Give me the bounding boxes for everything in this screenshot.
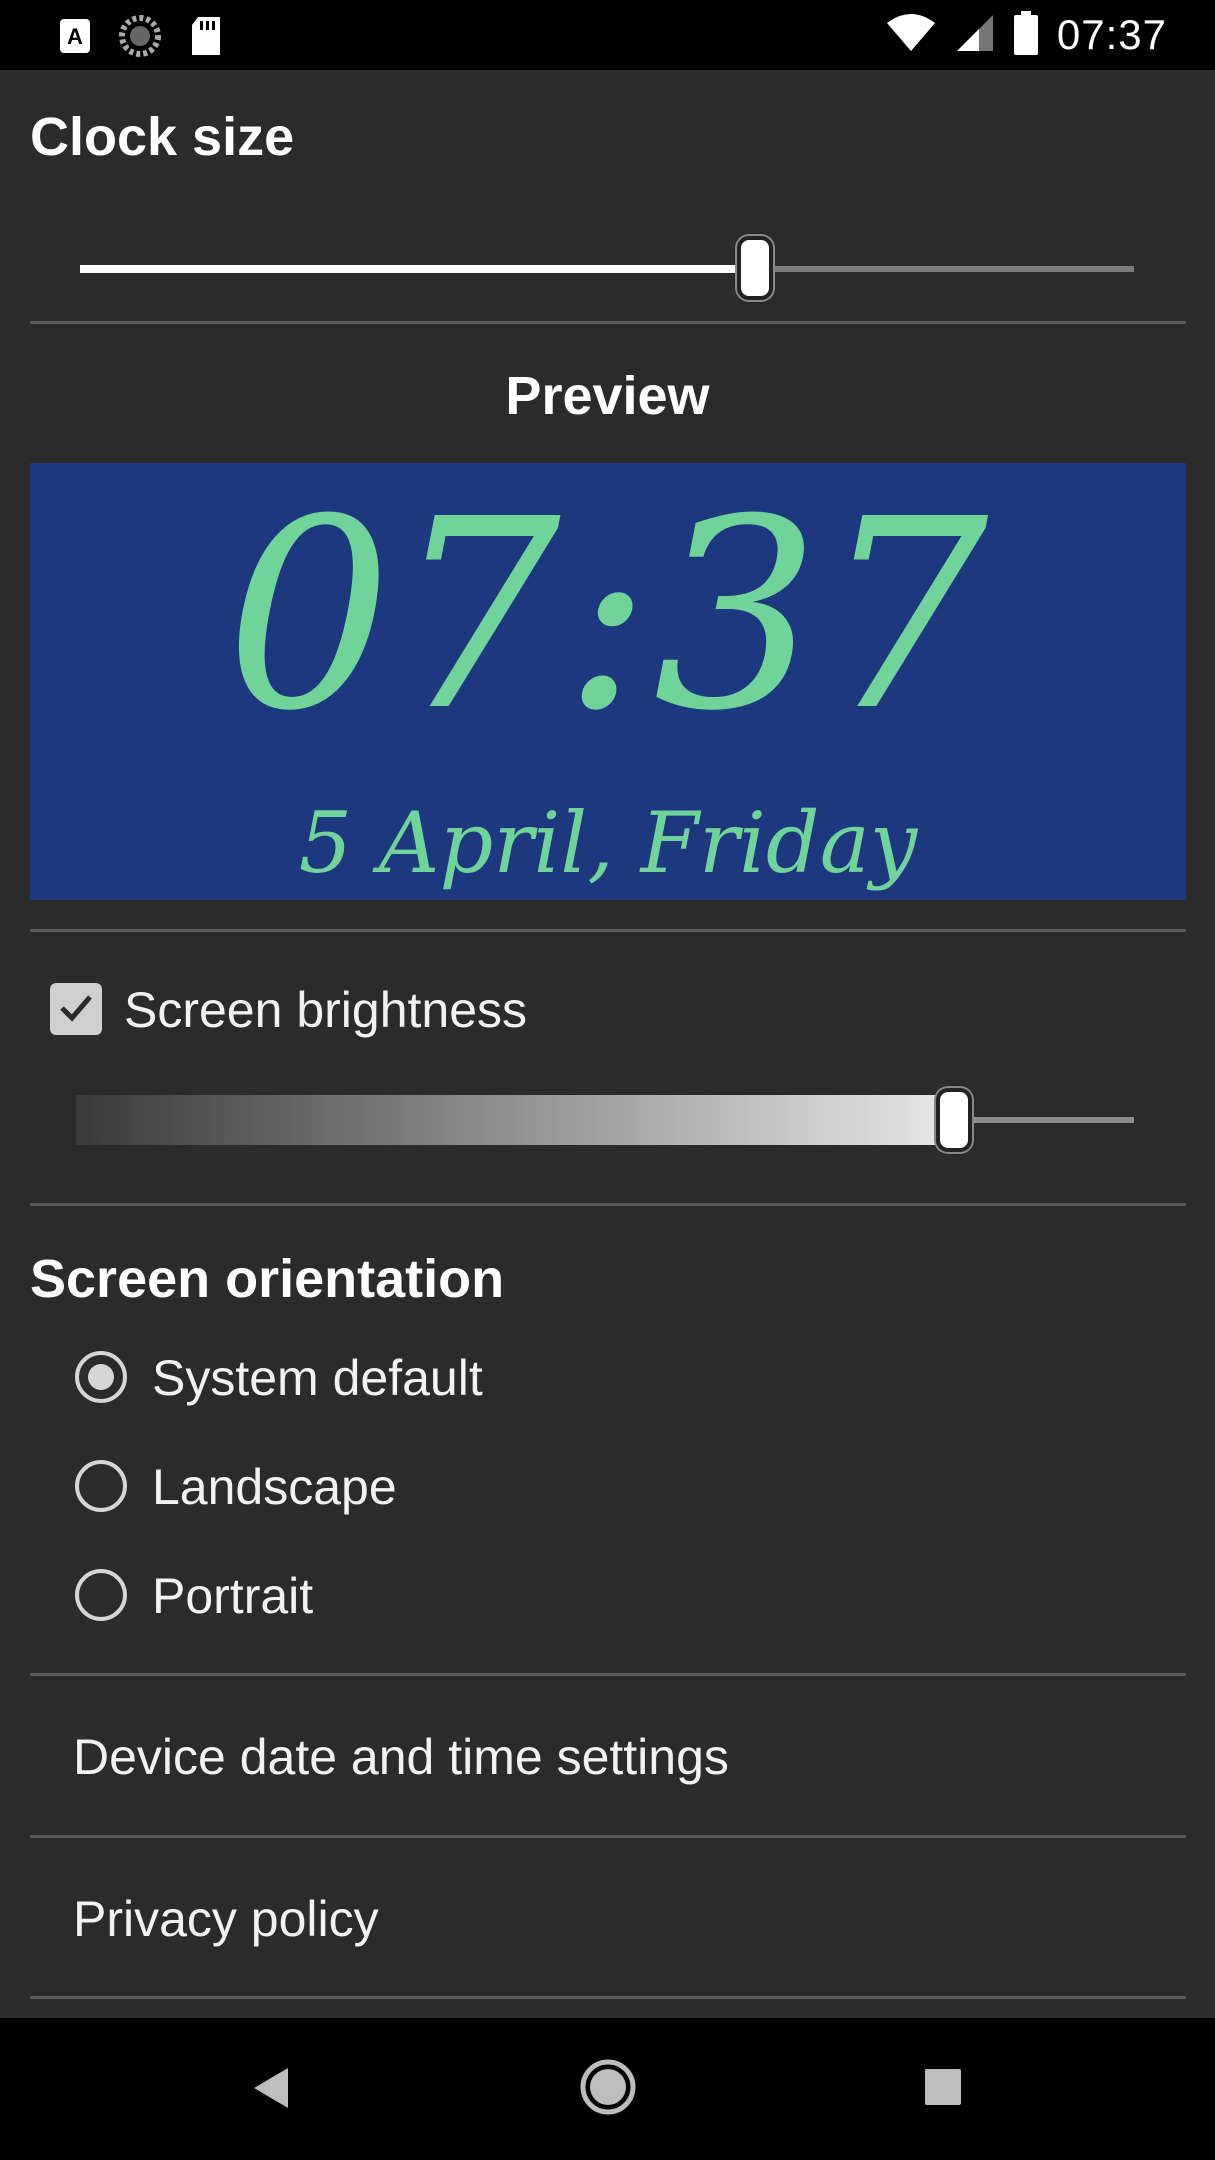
- checkmark-icon: [56, 987, 96, 1032]
- radio-button[interactable]: [75, 1460, 127, 1512]
- signal-icon: [955, 13, 995, 58]
- orientation-option-label: Landscape: [152, 1459, 397, 1515]
- radio-selected-dot: [88, 1364, 114, 1390]
- device-date-time-settings-link[interactable]: Device date and time settings: [73, 1728, 729, 1786]
- wifi-icon: [885, 13, 937, 58]
- a-notification-icon: A: [58, 17, 92, 60]
- preview-date: 5 April, Friday: [298, 794, 918, 892]
- orientation-option-label: System default: [152, 1350, 483, 1406]
- recents-icon[interactable]: [924, 2068, 962, 2111]
- sync-icon: [118, 14, 162, 63]
- divider: [30, 321, 1186, 324]
- back-icon[interactable]: [252, 2066, 292, 2115]
- clock-preview: 07:37 5 April, Friday: [30, 463, 1186, 900]
- battery-icon: [1013, 10, 1039, 60]
- sd-card-icon: [188, 15, 224, 62]
- divider: [30, 1996, 1186, 1999]
- settings-content: Clock size Preview 07:37 5 April, Friday…: [0, 70, 1215, 2018]
- brightness-thumb[interactable]: [936, 1088, 972, 1152]
- radio-button[interactable]: [75, 1569, 127, 1621]
- divider: [30, 1203, 1186, 1206]
- status-bar-system: 07:37: [885, 8, 1167, 62]
- preview-title: Preview: [505, 366, 710, 426]
- divider: [30, 929, 1186, 932]
- divider: [30, 1673, 1186, 1676]
- divider: [30, 1835, 1186, 1838]
- preview-time: 07:37: [225, 463, 991, 768]
- brightness-checkbox[interactable]: [50, 983, 102, 1035]
- clock-size-track-fill: [80, 265, 755, 273]
- status-bar: A 07:37: [0, 0, 1215, 70]
- svg-text:A: A: [67, 24, 83, 49]
- clock-size-thumb[interactable]: [737, 236, 773, 300]
- status-bar-time: 07:37: [1056, 11, 1167, 58]
- radio-button[interactable]: [75, 1351, 127, 1403]
- clock-size-title: Clock size: [30, 107, 295, 167]
- privacy-policy-link[interactable]: Privacy policy: [73, 1890, 379, 1948]
- clock-size-slider[interactable]: [80, 236, 1134, 300]
- orientation-option-label: Portrait: [152, 1568, 314, 1624]
- brightness-gradient-fill: [76, 1095, 944, 1145]
- brightness-label: Screen brightness: [124, 982, 528, 1038]
- brightness-slider[interactable]: [76, 1085, 1134, 1155]
- home-icon[interactable]: [580, 2059, 636, 2120]
- orientation-title: Screen orientation: [30, 1249, 505, 1309]
- navigation-bar: [0, 2018, 1215, 2160]
- status-bar-notifications: A: [58, 14, 224, 63]
